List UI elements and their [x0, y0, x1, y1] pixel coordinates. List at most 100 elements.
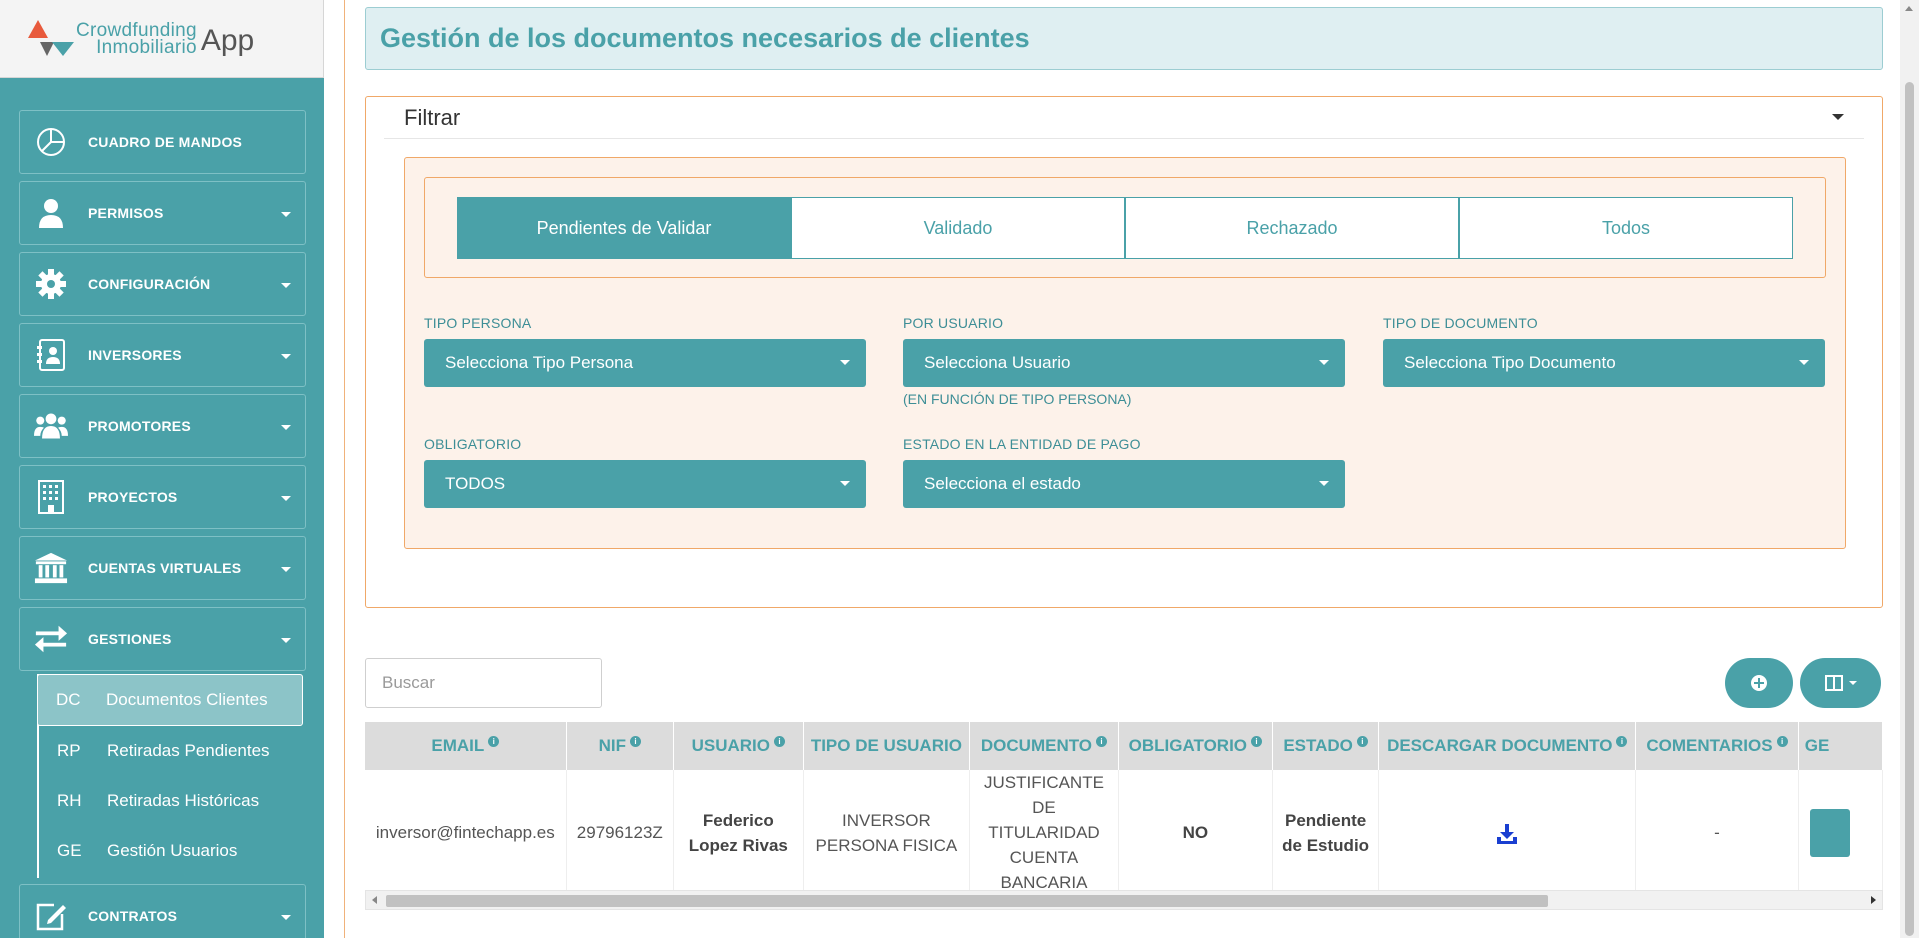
info-icon: i [1616, 736, 1628, 748]
column-header-comentarios[interactable]: COMENTARIOS i [1635, 722, 1799, 770]
sidebar-item-label: CUADRO DE MANDOS [88, 134, 243, 150]
column-header-descargar[interactable]: DESCARGAR DOCUMENTO i [1378, 722, 1637, 770]
exchange-arrows-icon [34, 622, 68, 656]
documents-table: EMAIL i NIF i USUARIO i TIPO DE USUARIO DOC… [365, 722, 1883, 912]
submenu-label: Gestión Usuarios [107, 841, 238, 860]
tab-validado[interactable]: Validado [791, 197, 1125, 259]
cell-usuario: Federico Lopez Rivas [673, 770, 804, 896]
cell-tipo-usuario: INVERSOR PERSONA FISICA [803, 770, 971, 896]
sidebar-item-label: CONFIGURACIÓN [88, 276, 211, 292]
submenu-label: Retiradas Históricas [107, 791, 260, 810]
contact-card-icon [34, 338, 68, 372]
estado-value: Selecciona el estado [924, 474, 1081, 493]
info-icon: i [1096, 736, 1108, 748]
sidebar: Crowdfunding Inmobiliario App CUADRO DE … [0, 0, 324, 938]
info-icon: i [1776, 736, 1788, 748]
filter-title: Filtrar [404, 104, 461, 130]
obligatorio-label: OBLIGATORIO [424, 436, 522, 452]
chevron-down-icon [281, 354, 291, 359]
column-header-tipo-usuario[interactable]: TIPO DE USUARIO [803, 722, 971, 770]
logo-line2: Inmobiliario [96, 36, 197, 58]
sidebar-item-proyectos[interactable]: PROYECTOS [19, 465, 306, 529]
column-header-email[interactable]: EMAIL i [365, 722, 567, 770]
submenu-abbr: DC [56, 690, 81, 709]
sidebar-item-cuentas-virtuales[interactable]: CUENTAS VIRTUALES [19, 536, 306, 600]
tipo-persona-label: TIPO PERSONA [424, 315, 532, 331]
tipo-persona-value: Selecciona Tipo Persona [445, 353, 634, 372]
sidebar-item-gestiones[interactable]: GESTIONES [19, 607, 306, 671]
table-header-row: EMAIL i NIF i USUARIO i TIPO DE USUARIO DOC… [365, 722, 1883, 770]
columns-toggle-button[interactable] [1800, 658, 1881, 708]
chevron-down-icon [1832, 114, 1844, 120]
cell-documento: JUSTIFICANTE DE TITULARIDAD CUENTA BANCA… [969, 770, 1119, 896]
tab-todos[interactable]: Todos [1459, 197, 1793, 259]
column-header-ge[interactable]: GE [1798, 722, 1883, 770]
filter-toggle[interactable]: Filtrar [384, 97, 1864, 139]
vertical-scrollbar[interactable] [1900, 0, 1919, 938]
tipo-documento-select[interactable]: Selecciona Tipo Documento [1383, 339, 1825, 387]
logo-app: App [200, 23, 255, 57]
user-icon [34, 196, 68, 230]
users-group-icon [34, 409, 68, 443]
por-usuario-select[interactable]: Selecciona Usuario [903, 339, 1345, 387]
sidebar-item-contratos[interactable]: CONTRATOS [19, 884, 306, 938]
column-header-nif[interactable]: NIF i [566, 722, 674, 770]
submenu-item-gestion-usuarios[interactable]: GE Gestión Usuarios [39, 826, 306, 876]
cell-comentarios: - [1635, 770, 1799, 896]
scrollbar-thumb[interactable] [1905, 82, 1914, 936]
search-input[interactable] [365, 658, 602, 708]
tab-pendientes-de-validar[interactable]: Pendientes de Validar [457, 197, 791, 259]
logo[interactable]: Crowdfunding Inmobiliario App [0, 0, 324, 78]
info-icon: i [630, 736, 641, 748]
column-header-obligatorio[interactable]: OBLIGATORIO i [1118, 722, 1273, 770]
chevron-down-icon [281, 496, 291, 501]
obligatorio-value: TODOS [445, 474, 506, 493]
scroll-up-arrow-icon[interactable] [1905, 6, 1913, 11]
cell-obligatorio: NO [1118, 770, 1273, 896]
chevron-down-icon [1848, 681, 1857, 685]
columns-icon [1824, 675, 1843, 691]
add-button[interactable] [1725, 658, 1793, 708]
column-header-estado[interactable]: ESTADO i [1272, 722, 1380, 770]
logo-line1: Crowdfunding [76, 19, 197, 41]
por-usuario-value: Selecciona Usuario [924, 353, 1071, 372]
chevron-down-icon [281, 283, 291, 288]
horizontal-scrollbar[interactable] [365, 890, 1883, 910]
estado-field: ESTADO EN LA ENTIDAD DE PAGO Selecciona … [903, 436, 1345, 508]
estado-select[interactable]: Selecciona el estado [903, 460, 1345, 508]
estado-label: ESTADO EN LA ENTIDAD DE PAGO [903, 436, 1141, 452]
tipo-documento-label: TIPO DE DOCUMENTO [1383, 315, 1538, 331]
table-row: inversor@fintechapp.es 29796123Z Federic… [365, 770, 1883, 896]
scroll-right-arrow-icon[interactable] [1871, 896, 1876, 904]
submenu-abbr: RP [57, 741, 81, 760]
chevron-down-icon [281, 915, 291, 920]
column-header-usuario[interactable]: USUARIO i [673, 722, 804, 770]
submenu-item-retiradas-historicas[interactable]: RH Retiradas Históricas [39, 776, 306, 826]
chevron-down-icon [840, 360, 850, 365]
gestiones-submenu: DC Documentos Clientes RP Retiradas Pend… [37, 674, 306, 878]
gear-icon [34, 267, 68, 301]
sidebar-item-permisos[interactable]: PERMISOS [19, 181, 306, 245]
tipo-persona-field: TIPO PERSONA Selecciona Tipo Persona [424, 315, 866, 387]
plus-circle-icon [1751, 675, 1767, 691]
tipo-documento-field: TIPO DE DOCUMENTO Selecciona Tipo Docume… [1383, 315, 1825, 387]
sidebar-item-configuracion[interactable]: CONFIGURACIÓN [19, 252, 306, 316]
sidebar-item-promotores[interactable]: PROMOTORES [19, 394, 306, 458]
scroll-left-arrow-icon[interactable] [372, 896, 377, 904]
row-action-button[interactable] [1809, 808, 1850, 857]
chevron-down-icon [281, 212, 291, 217]
submenu-item-documentos-clientes[interactable]: DC Documentos Clientes [37, 674, 303, 726]
sidebar-item-label: GESTIONES [88, 631, 172, 647]
obligatorio-select[interactable]: TODOS [424, 460, 866, 508]
submenu-item-retiradas-pendientes[interactable]: RP Retiradas Pendientes [39, 726, 306, 776]
bank-icon [34, 551, 68, 585]
tab-rechazado[interactable]: Rechazado [1125, 197, 1459, 259]
scrollbar-thumb[interactable] [386, 895, 1548, 907]
column-header-documento[interactable]: DOCUMENTO i [969, 722, 1119, 770]
info-icon: i [1251, 736, 1263, 748]
sidebar-item-cuadro-de-mandos[interactable]: CUADRO DE MANDOS [19, 110, 306, 174]
chevron-down-icon [281, 567, 291, 572]
download-icon[interactable] [1496, 823, 1518, 845]
tipo-persona-select[interactable]: Selecciona Tipo Persona [424, 339, 866, 387]
sidebar-item-inversores[interactable]: INVERSORES [19, 323, 306, 387]
